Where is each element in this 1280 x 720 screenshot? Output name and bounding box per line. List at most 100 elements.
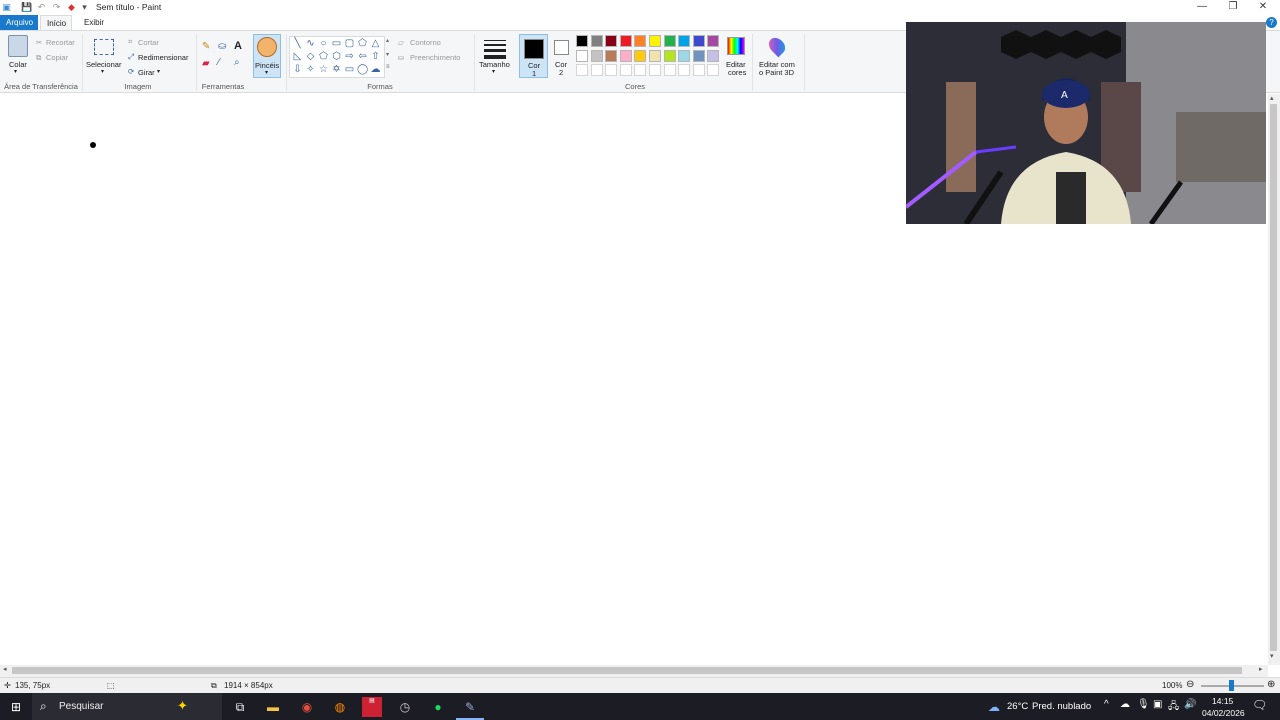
eraser-icon[interactable]: ▰ bbox=[202, 58, 210, 69]
palette-swatch[interactable] bbox=[590, 49, 603, 62]
select-icon[interactable] bbox=[94, 39, 114, 55]
palette-swatch[interactable] bbox=[605, 35, 618, 47]
palette-swatch[interactable] bbox=[634, 35, 647, 47]
zoom-slider-thumb[interactable] bbox=[1229, 680, 1234, 691]
custom-color-slot[interactable] bbox=[707, 64, 720, 77]
palette-swatch[interactable] bbox=[649, 35, 661, 47]
line-shape-icon[interactable]: ╲ bbox=[292, 38, 303, 49]
eraser-quick-icon[interactable]: ◆ bbox=[66, 2, 77, 13]
custom-color-slot[interactable] bbox=[663, 64, 676, 77]
redo-icon[interactable]: ↷ bbox=[51, 2, 62, 13]
custom-color-slot[interactable] bbox=[605, 64, 618, 77]
tray-cloud-icon[interactable]: ☁ bbox=[1120, 699, 1130, 710]
notifications-icon[interactable]: 🗨 bbox=[1252, 698, 1267, 712]
select-dropdown-icon[interactable]: ▾ bbox=[101, 68, 104, 75]
paste-button[interactable]: Colar bbox=[9, 60, 27, 69]
custom-color-slot[interactable] bbox=[590, 64, 603, 77]
custom-color-slot[interactable] bbox=[678, 64, 691, 77]
file-explorer-icon[interactable]: ▬ bbox=[263, 697, 283, 717]
paint3d-line2[interactable]: o Paint 3D bbox=[759, 68, 794, 77]
size-dropdown-icon[interactable]: ▾ bbox=[492, 68, 495, 75]
chrome-icon[interactable]: ◉ bbox=[297, 697, 317, 717]
minimize-button[interactable]: — bbox=[1187, 0, 1217, 15]
color-picker-icon[interactable]: ⁄ bbox=[218, 57, 220, 68]
vertical-scrollbar[interactable]: ▴ ▾ bbox=[1268, 94, 1280, 665]
brushes-button[interactable]: Pincéis ▾ bbox=[253, 34, 281, 78]
size-icon[interactable] bbox=[484, 39, 506, 59]
spotify-icon[interactable]: ● bbox=[428, 697, 448, 717]
six-point-star-shape-icon[interactable]: ✡ bbox=[331, 64, 342, 75]
text-tool-icon[interactable]: A bbox=[234, 40, 242, 52]
palette-swatch[interactable] bbox=[663, 35, 676, 47]
start-icon[interactable]: ⊞ bbox=[6, 697, 26, 717]
oval-callout-shape-icon[interactable]: ◯ bbox=[357, 64, 368, 75]
zoom-in-icon[interactable]: ⊕ bbox=[1267, 679, 1275, 690]
fill-button[interactable]: Preenchimento bbox=[410, 53, 460, 62]
cloud-callout-shape-icon[interactable]: ☁ bbox=[370, 64, 381, 75]
palette-swatch[interactable] bbox=[692, 35, 705, 47]
cut-button[interactable]: Recortar bbox=[46, 38, 75, 47]
magnifier-icon[interactable]: ⌕ bbox=[234, 57, 240, 68]
network-icon[interactable]: 🖧 bbox=[1168, 699, 1179, 716]
paste-dropdown-icon[interactable]: ▾ bbox=[14, 68, 17, 75]
palette-swatch[interactable] bbox=[576, 49, 588, 62]
custom-color-slot[interactable] bbox=[619, 64, 632, 77]
diamond-shape-icon[interactable]: ◇ bbox=[305, 51, 316, 62]
edit-colors-icon[interactable] bbox=[727, 37, 745, 55]
palette-swatch[interactable] bbox=[678, 49, 691, 62]
customize-quick-access-icon[interactable]: ▾ bbox=[79, 2, 90, 13]
paint3d-icon[interactable] bbox=[765, 34, 789, 58]
custom-color-slot[interactable] bbox=[634, 64, 647, 77]
volume-icon[interactable]: 🔊 bbox=[1184, 699, 1196, 710]
shapes-scroll-up-icon[interactable]: ▴ bbox=[386, 37, 389, 44]
vertical-scroll-thumb[interactable] bbox=[1270, 104, 1277, 651]
taskbar-search[interactable]: ⌕ Pesquisar ✦ bbox=[32, 693, 222, 720]
resize-button[interactable]: Redimensionar bbox=[138, 53, 188, 62]
color1-button[interactable]: Cor 1 bbox=[519, 34, 548, 78]
shapes-expand-icon[interactable]: ≡ bbox=[386, 64, 390, 70]
four-point-star-shape-icon[interactable]: ✧ bbox=[305, 64, 316, 75]
fill-bucket-icon[interactable]: ⛀ bbox=[218, 41, 226, 52]
tab-inicio[interactable]: Início bbox=[40, 15, 72, 30]
edit-colors-line2[interactable]: cores bbox=[728, 68, 746, 77]
pentagon-shape-icon[interactable]: ⬠ bbox=[318, 51, 329, 62]
shapes-gallery[interactable]: ╲ ∿ ○ ▭ ▢ ⬠ △ ◺ ◇ ⬠ ⬡ ⇨ ⇦ ⇧ ⇩ ✧ ☆ ✡ ▭ ◯ … bbox=[289, 36, 385, 78]
pencil-icon[interactable]: ✎ bbox=[202, 41, 210, 52]
task-view-icon[interactable]: ⧉ bbox=[230, 697, 250, 717]
palette-swatch[interactable] bbox=[619, 49, 632, 62]
rectangle-shape-icon[interactable]: ▭ bbox=[331, 38, 342, 49]
microphone-icon[interactable]: 🎙 bbox=[1137, 699, 1150, 710]
palette-swatch[interactable] bbox=[692, 49, 705, 62]
zoom-out-icon[interactable]: ⊖ bbox=[1186, 679, 1194, 690]
clock-time[interactable]: 14:15 bbox=[1212, 696, 1233, 706]
clock-date[interactable]: 04/02/2026 bbox=[1202, 708, 1245, 718]
right-arrow-shape-icon[interactable]: ⇨ bbox=[344, 51, 355, 62]
scroll-down-icon[interactable]: ▾ bbox=[1270, 652, 1274, 660]
scroll-up-icon[interactable]: ▴ bbox=[1270, 94, 1274, 102]
zoom-slider[interactable] bbox=[1201, 680, 1264, 691]
paste-icon[interactable] bbox=[8, 35, 28, 57]
custom-color-slot[interactable] bbox=[576, 64, 588, 77]
save-icon[interactable]: 💾 bbox=[21, 2, 32, 13]
close-button[interactable]: ✕ bbox=[1248, 0, 1278, 15]
oval-shape-icon[interactable]: ○ bbox=[318, 38, 329, 49]
color2-button[interactable]: Cor 2 bbox=[549, 34, 574, 78]
triangle-shape-icon[interactable]: △ bbox=[370, 38, 381, 49]
tab-arquivo[interactable]: Arquivo bbox=[0, 15, 38, 30]
tray-app-icon[interactable]: ▣ bbox=[1153, 699, 1162, 710]
rotate-button[interactable]: Girar bbox=[138, 68, 155, 77]
outline-button[interactable]: Contorno bbox=[410, 38, 441, 47]
palette-swatch[interactable] bbox=[707, 35, 720, 47]
scroll-right-icon[interactable]: ▸ bbox=[1259, 665, 1263, 673]
crop-button[interactable]: Cortar bbox=[138, 38, 159, 47]
paint-icon[interactable]: ✎ bbox=[460, 697, 480, 717]
maximize-button[interactable]: ❐ bbox=[1218, 0, 1248, 15]
palette-swatch[interactable] bbox=[707, 49, 720, 62]
down-arrow-shape-icon[interactable]: ⇩ bbox=[292, 64, 303, 75]
custom-color-slot[interactable] bbox=[649, 64, 661, 77]
weather-temp[interactable]: 26°C bbox=[1007, 701, 1028, 712]
custom-color-slot[interactable] bbox=[692, 64, 705, 77]
scroll-left-icon[interactable]: ◂ bbox=[3, 665, 7, 673]
undo-icon[interactable]: ↶ bbox=[36, 2, 47, 13]
palette-swatch[interactable] bbox=[678, 35, 691, 47]
